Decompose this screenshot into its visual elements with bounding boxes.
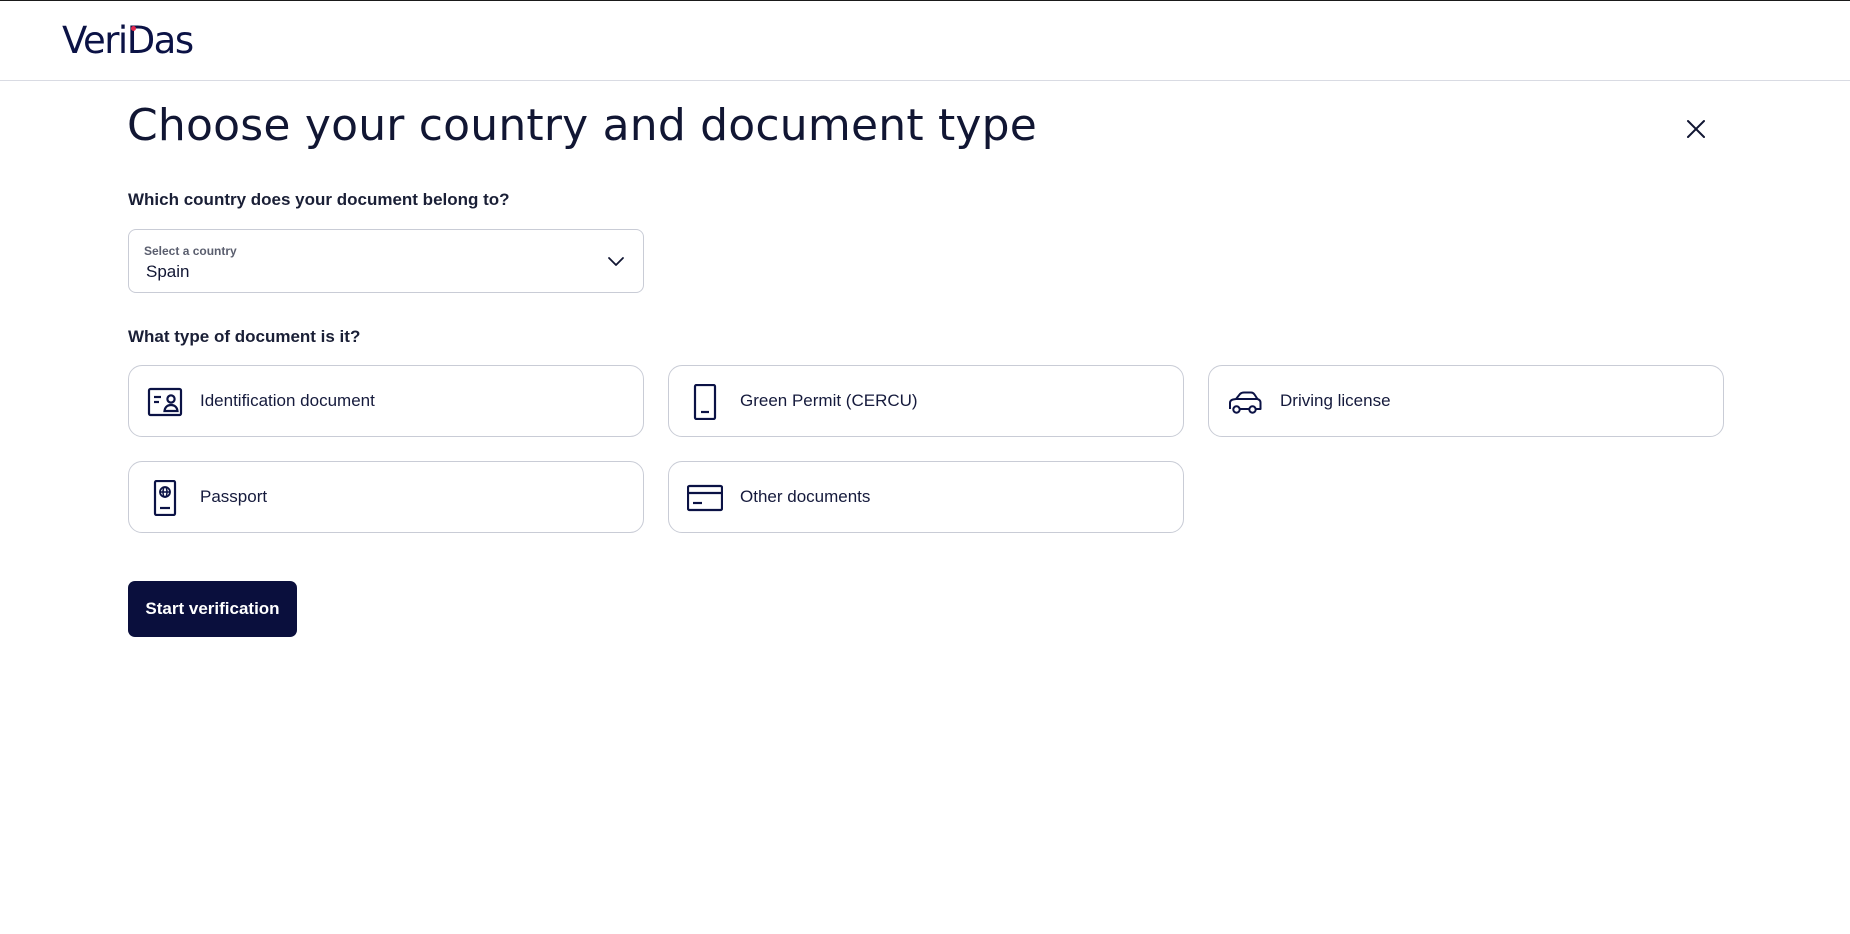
doc-option-identification[interactable]: Identification document xyxy=(128,365,644,437)
doc-option-label: Passport xyxy=(200,487,268,506)
app-header: VeriDas xyxy=(0,1,1850,81)
id-card-icon xyxy=(147,387,183,417)
doc-option-driving-license[interactable]: Driving license xyxy=(1208,365,1724,437)
logo-dot xyxy=(131,26,136,31)
chevron-down-icon xyxy=(608,257,624,266)
doc-option-label: Identification document xyxy=(200,391,375,410)
country-select[interactable]: Select a country Spain xyxy=(128,229,644,293)
doc-option-green-permit[interactable]: Green Permit (CERCU) xyxy=(668,365,1184,437)
doc-option-other[interactable]: Other documents xyxy=(668,461,1184,533)
close-button[interactable] xyxy=(1683,116,1709,142)
veridas-logo: VeriDas xyxy=(62,19,194,62)
doc-option-label: Green Permit (CERCU) xyxy=(740,391,918,410)
start-verification-button[interactable]: Start verification xyxy=(128,581,297,637)
car-icon xyxy=(1229,391,1262,414)
passport-icon xyxy=(153,480,177,516)
country-question: Which country does your document belong … xyxy=(128,190,510,209)
close-icon xyxy=(1687,120,1705,138)
document-question: What type of document is it? xyxy=(128,327,361,346)
doc-option-label: Driving license xyxy=(1280,391,1391,410)
credit-card-icon xyxy=(687,484,723,512)
doc-option-label: Other documents xyxy=(740,487,871,506)
green-permit-icon xyxy=(693,384,717,420)
country-select-hint: Select a country xyxy=(144,244,237,258)
country-select-value: Spain xyxy=(146,262,190,281)
logo-text: VeriDas xyxy=(62,19,194,62)
doc-option-passport[interactable]: Passport xyxy=(128,461,644,533)
page-title: Choose your country and document type xyxy=(127,100,1038,151)
